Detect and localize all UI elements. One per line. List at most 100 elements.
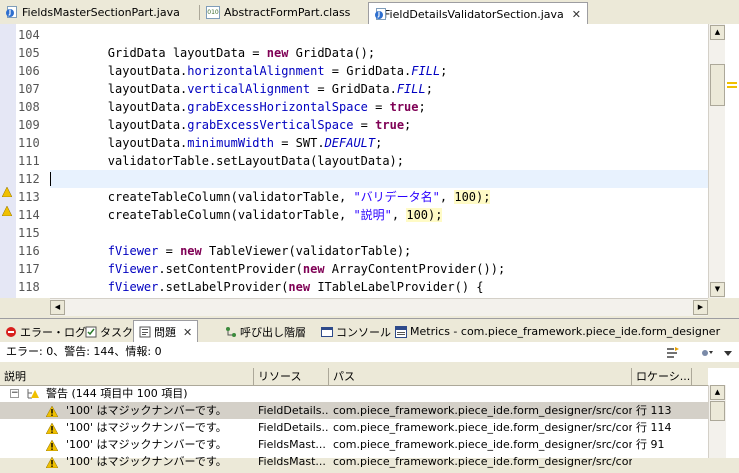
overview-warning-mark[interactable] (727, 86, 737, 88)
code-line[interactable]: fViewer = new TableViewer(validatorTable… (50, 242, 708, 260)
editor-tab-field-details-validator[interactable]: J FieldDetailsValidatorSection.java ✕ (368, 2, 588, 25)
tab-console[interactable]: コンソール (316, 321, 396, 342)
warning-marker-icon[interactable] (1, 205, 13, 217)
java-file-icon: J (375, 7, 386, 21)
warning-group-row[interactable]: − 警告 (144 項目中 100 項目) (0, 385, 708, 402)
editor-tab-bar: J FieldsMasterSectionPart.java 010 Abstr… (0, 0, 739, 25)
warning-icon (45, 422, 59, 435)
code-line[interactable]: fViewer.setLabelProvider(new ITableLabel… (50, 278, 708, 296)
editor-vertical-scrollbar[interactable]: ▲ ▼ (708, 24, 726, 298)
warning-icon (45, 439, 59, 452)
metrics-icon (395, 325, 407, 338)
code-line[interactable]: fViewer.setContentProvider(new ArrayCont… (50, 260, 708, 278)
line-number-gutter: 104 105 106 107 108 109 110 111 112 113 114 115 116 1… (16, 24, 50, 298)
tab-tasks[interactable]: タスク (80, 321, 138, 342)
error-log-icon (5, 326, 17, 338)
line-number: 118 (18, 280, 40, 294)
scroll-up-button[interactable]: ▲ (710, 385, 725, 400)
code-line[interactable]: layoutData.grabExcessHorizontalSpace = t… (50, 98, 708, 116)
line-number: 113 (18, 190, 40, 204)
editor-tab-fields-master[interactable]: J FieldsMasterSectionPart.java (0, 2, 200, 23)
java-file-icon: J (6, 6, 18, 19)
scroll-down-button[interactable]: ▼ (710, 282, 725, 297)
line-number: 117 (18, 262, 40, 276)
tasks-icon (85, 326, 97, 338)
tab-error-log[interactable]: エラー・ログ (0, 321, 91, 342)
filter-icon[interactable] (666, 346, 680, 360)
code-line[interactable] (50, 170, 708, 188)
column-header-resource[interactable]: リソース (254, 368, 329, 385)
cell-path: com.piece_framework.piece_ide.form_desig… (333, 404, 632, 417)
class-file-icon: 010 (206, 6, 220, 19)
code-editor[interactable]: GridData layoutData = new GridData(); la… (50, 24, 708, 298)
tab-label: タスク (100, 325, 133, 339)
code-line[interactable]: createTableColumn(validatorTable, "説明", … (50, 206, 708, 224)
code-line[interactable]: layoutData.grabExcessVerticalSpace = tru… (50, 116, 708, 134)
tab-metrics[interactable]: Metrics - com.piece_framework.piece_ide.… (390, 321, 725, 342)
line-number: 108 (18, 100, 40, 114)
code-line[interactable]: GridData layoutData = new GridData(); (50, 44, 708, 62)
cell-location (632, 453, 692, 470)
code-line[interactable] (50, 224, 708, 242)
cell-description: '100' はマジックナンバーです。 (66, 455, 227, 468)
column-header-description[interactable]: 説明 (0, 368, 254, 385)
table-header: 説明 リソース パス ロケーシ... (0, 368, 708, 386)
editor-tab-abstract-form-part[interactable]: 010 AbstractFormPart.class (200, 2, 368, 23)
scroll-thumb[interactable] (710, 64, 725, 106)
overview-warning-mark[interactable] (727, 82, 737, 84)
cell-location: 行 113 (636, 404, 672, 417)
code-line[interactable]: validatorTable.setLayoutData(layoutData)… (50, 152, 708, 170)
table-row[interactable]: '100' はマジックナンバーです。 FieldsMast... com.piece… (0, 436, 708, 453)
console-icon (321, 326, 333, 338)
column-header-location[interactable]: ロケーシ... (632, 368, 692, 385)
tab-problems[interactable]: 問題 ✕ (133, 320, 199, 343)
view-tab-bar: エラー・ログ タスク 問題 ✕ 呼び出し階層 コンソール Metrics - c… (0, 318, 739, 343)
code-line[interactable]: layoutData.minimumWidth = SWT.DEFAULT; (50, 134, 708, 152)
editor-tab-label: FieldDetailsValidatorSection.java (384, 7, 564, 21)
line-number: 116 (18, 244, 40, 258)
text-caret (50, 172, 51, 186)
chevron-down-icon[interactable] (721, 346, 735, 360)
code-line[interactable]: layoutData.horizontalAlignment = GridDat… (50, 62, 708, 80)
line-number: 105 (18, 46, 40, 60)
table-row[interactable]: '100' はマジックナンバーです。 FieldDetails... com.pie… (0, 419, 708, 436)
tab-label: 問題 (154, 326, 176, 339)
warning-group-icon (26, 387, 40, 400)
cell-resource: FieldsMast... (258, 455, 326, 468)
tab-call-hierarchy[interactable]: 呼び出し階層 (220, 321, 311, 342)
warning-group-label: 警告 (144 項目中 100 項目) (46, 387, 188, 400)
line-number: 111 (18, 154, 40, 168)
view-menu-icon[interactable] (700, 346, 714, 360)
problems-icon (139, 326, 151, 338)
scroll-left-button[interactable]: ◀ (50, 300, 65, 315)
code-line[interactable] (50, 26, 708, 44)
problems-vertical-scrollbar[interactable]: ▲ (708, 385, 726, 458)
line-number: 115 (18, 226, 40, 240)
cell-path: com.piece_framework.piece_ide.form_desig… (333, 455, 632, 468)
tab-label: Metrics - com.piece_framework.piece_ide.… (410, 325, 721, 338)
cell-location: 行 114 (636, 421, 672, 434)
code-line[interactable]: layoutData.verticalAlignment = GridData.… (50, 80, 708, 98)
cell-description: '100' はマジックナンバーです。 (66, 404, 227, 417)
table-row[interactable]: '100' はマジックナンバーです。 FieldDetails... com.pie… (0, 402, 708, 419)
table-row[interactable]: '100' はマジックナンバーです。 FieldsMast... com.piece… (0, 453, 708, 470)
collapse-toggle-icon[interactable]: − (10, 389, 19, 398)
cell-description: '100' はマジックナンバーです。 (66, 438, 227, 451)
close-icon[interactable]: ✕ (572, 8, 581, 21)
line-number: 110 (18, 136, 40, 150)
tab-label: コンソール (336, 325, 391, 339)
warning-marker-icon[interactable] (1, 186, 13, 198)
cell-location: 行 91 (636, 438, 665, 451)
close-icon[interactable]: ✕ (183, 326, 192, 339)
scroll-up-button[interactable]: ▲ (710, 25, 725, 40)
line-number: 107 (18, 82, 40, 96)
column-header-path[interactable]: パス (329, 368, 632, 385)
tab-label: エラー・ログ (20, 325, 86, 339)
scroll-thumb[interactable] (710, 401, 725, 421)
code-line[interactable]: createTableColumn(validatorTable, "バリデータ… (50, 188, 708, 206)
editor-horizontal-scrollbar[interactable]: ◀ ▶ (50, 298, 708, 316)
scroll-right-button[interactable]: ▶ (693, 300, 708, 315)
cell-description: '100' はマジックナンバーです。 (66, 421, 227, 434)
problems-summary-text: エラー: 0、警告: 144、情報: 0 (6, 345, 162, 358)
problems-summary: エラー: 0、警告: 144、情報: 0 (0, 342, 739, 362)
